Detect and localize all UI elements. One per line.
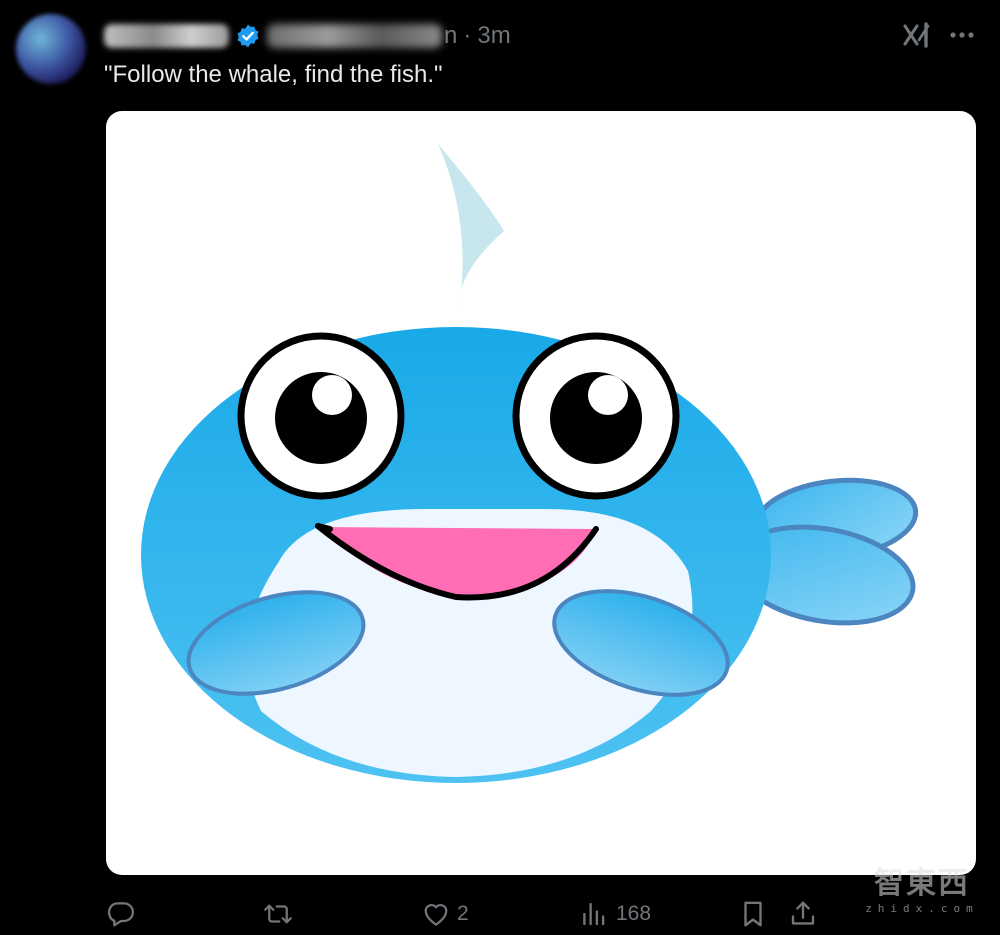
reply-button[interactable] — [106, 896, 136, 932]
handle-tail: n — [444, 22, 458, 49]
heart-icon — [424, 903, 448, 926]
bookmark-icon — [744, 901, 762, 927]
action-bar: 2 168 — [0, 896, 1000, 932]
more-icon[interactable] — [944, 20, 980, 50]
post-text: "Follow the whale, find the fish." — [104, 61, 443, 88]
post-header: n · 3m — [104, 18, 511, 54]
watermark: 智東西 zhidx.com — [862, 866, 982, 924]
like-count: 2 — [457, 902, 469, 925]
whale-illustration — [141, 144, 919, 783]
separator-dot: · — [463, 22, 472, 49]
post-image[interactable] — [106, 111, 976, 875]
verified-badge-icon — [237, 24, 259, 48]
author-name-blurred[interactable] — [104, 24, 229, 48]
repost-icon — [264, 904, 292, 924]
share-button[interactable] — [788, 896, 818, 932]
watermark-main: 智東西 — [874, 866, 970, 901]
avatar[interactable] — [16, 14, 86, 84]
water-spout — [438, 144, 504, 311]
handle-blurred[interactable] — [267, 24, 442, 48]
like-button[interactable]: 2 — [421, 896, 469, 932]
reply-icon — [108, 902, 134, 927]
grok-icon[interactable] — [902, 20, 934, 50]
views-button[interactable]: 168 — [580, 896, 651, 932]
bookmark-button[interactable] — [738, 896, 768, 932]
view-count: 168 — [616, 902, 652, 925]
repost-button[interactable] — [262, 896, 294, 932]
share-icon — [791, 901, 815, 925]
views-icon — [583, 902, 605, 926]
watermark-sub: zhidx.com — [865, 902, 979, 915]
post-timestamp[interactable]: 3m — [477, 22, 510, 50]
